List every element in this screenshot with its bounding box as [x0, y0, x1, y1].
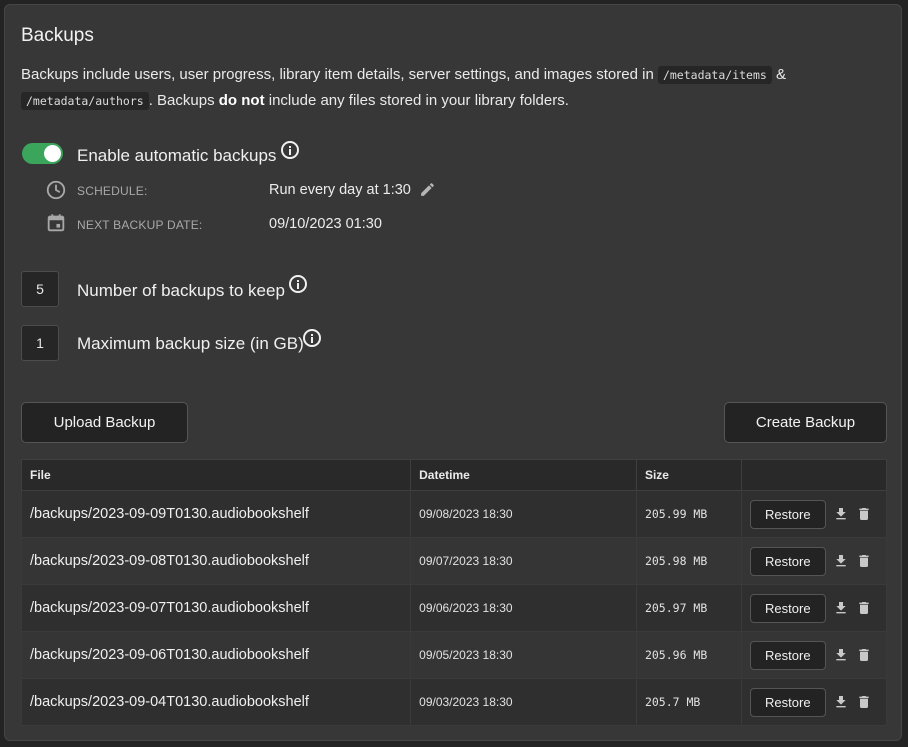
backup-size: 205.99 MB: [635, 490, 742, 538]
download-icon[interactable]: [833, 553, 849, 569]
description-text: Backups include users, user progress, li…: [21, 66, 658, 83]
metadata-items-path: /metadata/items: [657, 66, 772, 84]
restore-button[interactable]: Restore: [749, 687, 826, 717]
description-text: include any files stored in your library…: [264, 92, 569, 109]
table-row: /backups/2023-09-07T0130.audiobookshelf …: [20, 584, 888, 632]
download-icon[interactable]: [833, 694, 849, 710]
page-title: Backups: [21, 25, 94, 46]
upload-backup-button[interactable]: Upload Backup: [21, 402, 188, 443]
calendar-icon: [47, 214, 65, 232]
restore-button[interactable]: Restore: [749, 546, 826, 576]
row-actions: Restore: [740, 584, 888, 632]
description-text: &: [771, 66, 786, 83]
download-icon[interactable]: [833, 600, 849, 616]
next-backup-label: NEXT BACKUP DATE:: [77, 218, 203, 232]
backup-file: /backups/2023-09-07T0130.audiobookshelf: [20, 584, 412, 632]
download-icon[interactable]: [833, 506, 849, 522]
backup-file: /backups/2023-09-06T0130.audiobookshelf: [20, 631, 412, 679]
trash-icon[interactable]: [856, 694, 872, 710]
toggle-knob: [44, 145, 61, 162]
restore-button[interactable]: Restore: [749, 640, 826, 670]
info-icon[interactable]: [289, 275, 307, 293]
table-row: /backups/2023-09-06T0130.audiobookshelf …: [20, 631, 888, 679]
info-icon[interactable]: [303, 329, 321, 347]
backups-table: File Datetime Size /backups/2023-09-09T0…: [20, 459, 888, 726]
row-actions: Restore: [740, 490, 888, 538]
restore-button[interactable]: Restore: [749, 593, 826, 623]
backups-to-keep-label: Number of backups to keep: [77, 281, 285, 300]
backup-datetime: 09/07/2023 18:30: [410, 537, 637, 585]
backup-size: 205.98 MB: [635, 537, 742, 585]
trash-icon[interactable]: [856, 647, 872, 663]
row-actions: Restore: [740, 631, 888, 679]
backup-datetime: 09/03/2023 18:30: [410, 678, 637, 726]
backups-description: Backups include users, user progress, li…: [21, 62, 881, 114]
backup-datetime: 09/05/2023 18:30: [410, 631, 637, 679]
schedule-label: SCHEDULE:: [77, 184, 148, 198]
automatic-backups-toggle[interactable]: [22, 143, 63, 164]
next-backup-value: 09/10/2023 01:30: [269, 216, 382, 232]
table-row: /backups/2023-09-08T0130.audiobookshelf …: [20, 537, 888, 585]
row-actions: Restore: [740, 537, 888, 585]
trash-icon[interactable]: [856, 553, 872, 569]
backup-size: 205.97 MB: [635, 584, 742, 632]
backup-file: /backups/2023-09-08T0130.audiobookshelf: [20, 537, 412, 585]
backup-file: /backups/2023-09-04T0130.audiobookshelf: [20, 678, 412, 726]
table-header-row: File Datetime Size: [20, 459, 888, 491]
backup-file: /backups/2023-09-09T0130.audiobookshelf: [20, 490, 412, 538]
backup-size: 205.7 MB: [635, 678, 742, 726]
clock-icon: [46, 180, 66, 200]
row-actions: Restore: [740, 678, 888, 726]
backup-datetime: 09/08/2023 18:30: [410, 490, 637, 538]
backups-to-keep-input[interactable]: 5: [21, 271, 59, 307]
restore-button[interactable]: Restore: [749, 499, 826, 529]
download-icon[interactable]: [833, 647, 849, 663]
create-backup-button[interactable]: Create Backup: [724, 402, 887, 443]
pencil-icon[interactable]: [419, 181, 436, 198]
description-text: . Backups: [148, 92, 219, 109]
max-backup-size-label: Maximum backup size (in GB): [77, 334, 304, 353]
metadata-authors-path: /metadata/authors: [21, 92, 149, 110]
trash-icon[interactable]: [856, 600, 872, 616]
description-emphasis: do not: [218, 92, 265, 109]
max-backup-size-input[interactable]: 1: [21, 325, 59, 361]
schedule-value: Run every day at 1:30: [269, 182, 411, 198]
backup-size: 205.96 MB: [635, 631, 742, 679]
trash-icon[interactable]: [856, 506, 872, 522]
backups-panel: Backups Backups include users, user prog…: [4, 4, 902, 741]
table-row: /backups/2023-09-04T0130.audiobookshelf …: [20, 678, 888, 726]
automatic-backups-label: Enable automatic backups: [77, 146, 277, 165]
backup-datetime: 09/06/2023 18:30: [410, 584, 637, 632]
header-size: Size: [635, 459, 742, 491]
table-row: /backups/2023-09-09T0130.audiobookshelf …: [20, 490, 888, 538]
header-datetime: Datetime: [410, 459, 637, 491]
header-actions: [740, 459, 888, 491]
info-icon[interactable]: [281, 141, 299, 159]
header-file: File: [20, 459, 412, 491]
